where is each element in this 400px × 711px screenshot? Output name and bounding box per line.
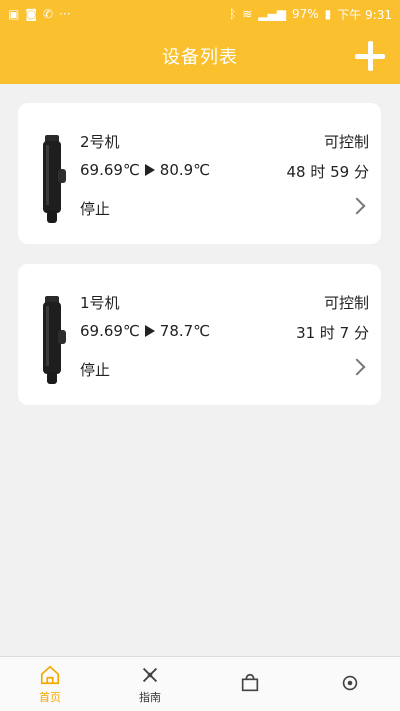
message-icon: ◙: [25, 7, 37, 21]
status-left: ▣ ◙ ✆ ···: [8, 8, 71, 20]
clock: 下午 9:31: [337, 7, 392, 22]
target-temperature: 80.9℃: [159, 161, 211, 179]
nav-guide[interactable]: 指南: [100, 657, 200, 711]
arrow-right-icon: [144, 325, 155, 337]
app-header: 设备列表: [0, 28, 400, 84]
heater-device-icon: [43, 135, 66, 223]
device-list: 2号机 69.69℃ 80.9℃ 停止 可控制 48 时 59 分 1号机 69…: [18, 103, 381, 405]
status-right: ᛒ ≋ ▂▄▆ 97% ▮ 下午 9:31: [229, 6, 392, 23]
add-device-button[interactable]: [352, 38, 388, 74]
battery-icon: ▮: [324, 7, 332, 21]
battery-percent: 97%: [291, 7, 319, 21]
bottom-nav: 首页 指南: [0, 656, 400, 711]
nav-store[interactable]: [200, 657, 300, 711]
heater-device-icon: [43, 296, 66, 384]
more-notifications: ···: [59, 7, 71, 21]
status-bar: ▣ ◙ ✆ ··· ᛒ ≋ ▂▄▆ 97% ▮ 下午 9:31: [0, 0, 400, 28]
target-temperature: 78.7℃: [159, 322, 211, 340]
nav-home-label: 首页: [39, 690, 61, 704]
device-temperature: 69.69℃ 78.7℃: [80, 322, 210, 340]
device-card[interactable]: 2号机 69.69℃ 80.9℃ 停止 可控制 48 时 59 分: [18, 103, 381, 244]
plus-icon-vertical: [367, 41, 373, 71]
device-runtime: 31 时 7 分: [296, 324, 369, 342]
home-icon: [40, 665, 60, 684]
device-runtime: 48 时 59 分: [286, 163, 369, 181]
device-state: 停止: [80, 361, 111, 379]
store-icon: [241, 673, 259, 691]
nav-guide-label: 指南: [139, 690, 161, 704]
device-state: 停止: [80, 200, 111, 218]
chevron-right-icon[interactable]: [348, 358, 366, 376]
chevron-right-icon[interactable]: [348, 197, 366, 215]
current-temperature: 69.69℃: [80, 322, 140, 340]
nav-home[interactable]: 首页: [0, 657, 100, 711]
phone-icon: ✆: [43, 7, 54, 21]
guide-icon: [142, 667, 158, 682]
bluetooth-icon: ᛒ: [229, 7, 237, 21]
signal-icon: ▂▄▆: [258, 7, 286, 21]
settings-icon: [342, 675, 358, 690]
current-temperature: 69.69℃: [80, 161, 140, 179]
device-temperature: 69.69℃ 80.9℃: [80, 161, 210, 179]
device-control-status: 可控制: [323, 294, 369, 312]
device-name: 2号机: [80, 133, 120, 151]
nav-settings[interactable]: [300, 657, 400, 711]
page-title: 设备列表: [162, 47, 238, 68]
device-control-status: 可控制: [323, 133, 369, 151]
device-name: 1号机: [80, 294, 120, 312]
gallery-icon: ▣: [8, 7, 20, 21]
device-card[interactable]: 1号机 69.69℃ 78.7℃ 停止 可控制 31 时 7 分: [18, 264, 381, 405]
arrow-right-icon: [144, 164, 155, 176]
wifi-icon: ≋: [242, 7, 253, 21]
